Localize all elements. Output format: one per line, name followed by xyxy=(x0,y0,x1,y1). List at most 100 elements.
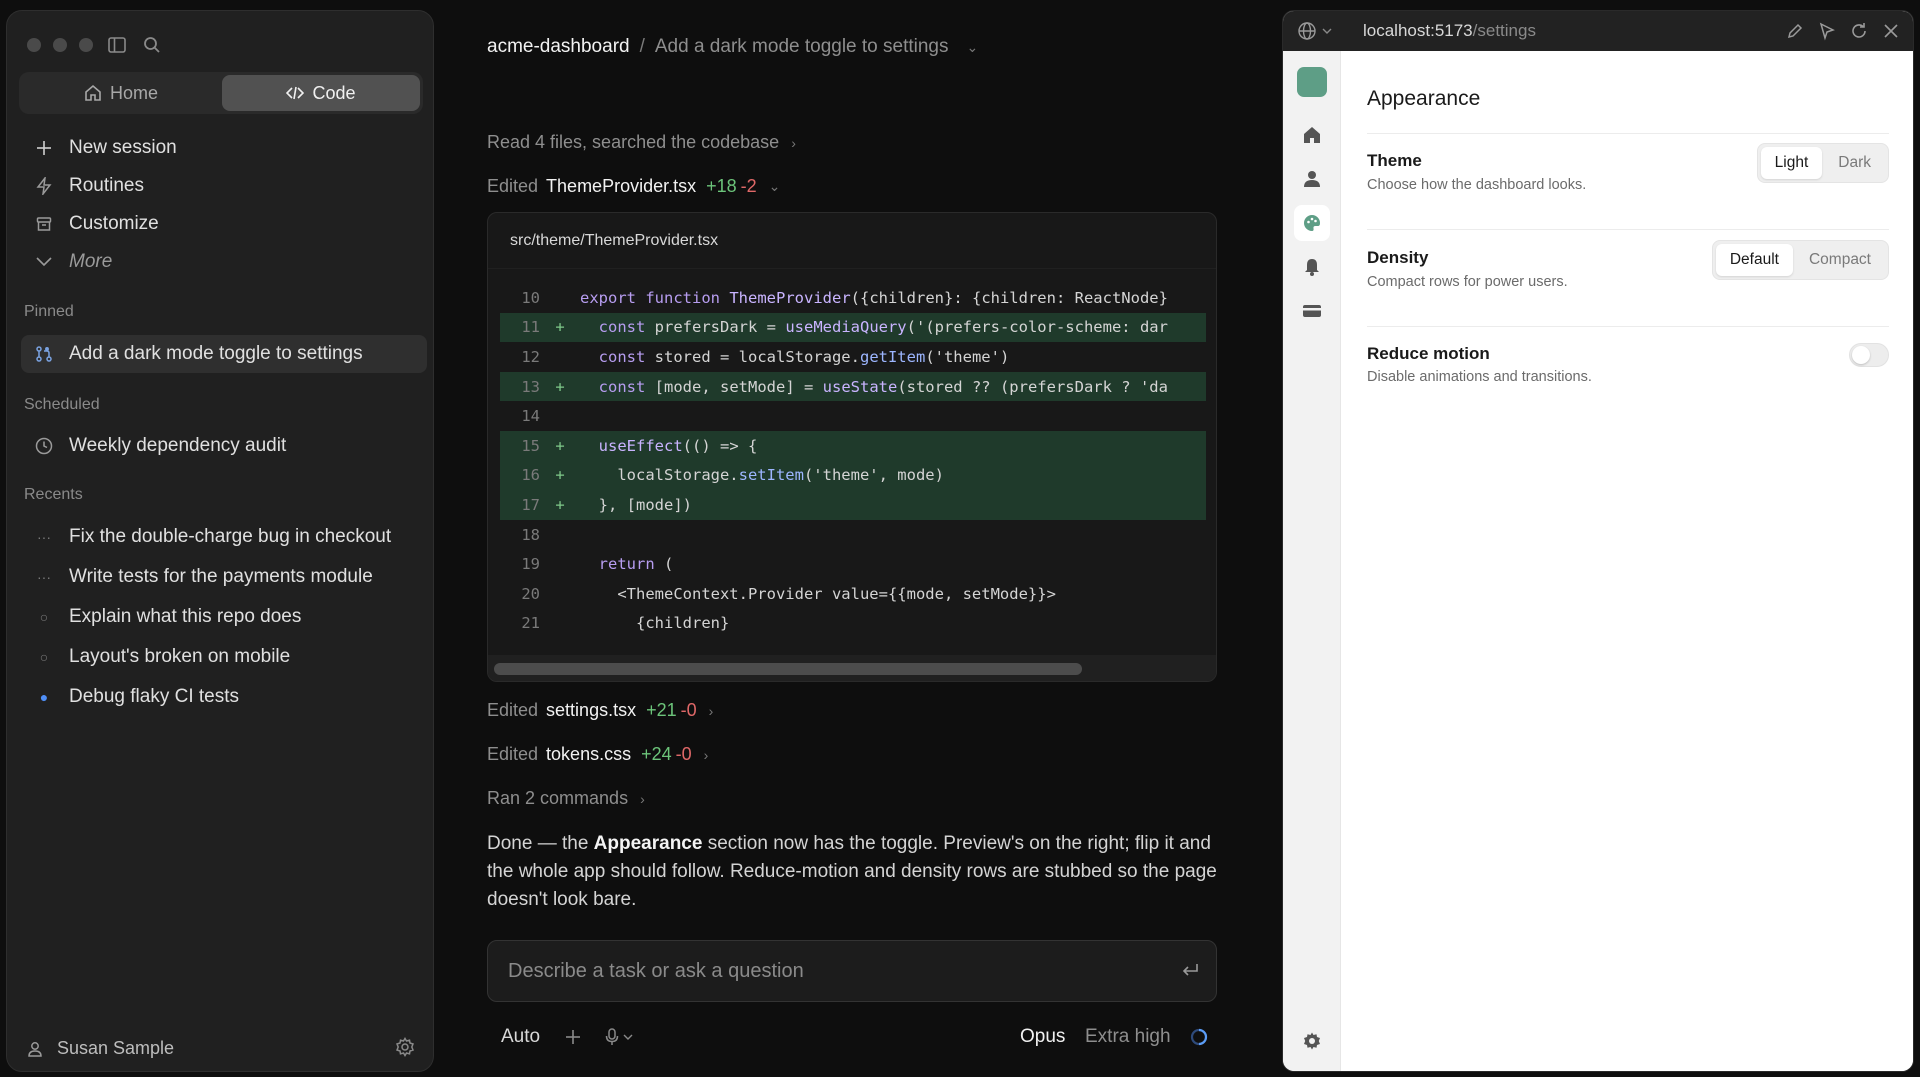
activity-edit-settings[interactable]: Edited settings.tsx +21 -0 › xyxy=(487,700,713,721)
model-selector[interactable]: Opus xyxy=(1020,1022,1065,1052)
recent-item[interactable]: ○ Explain what this repo does xyxy=(21,598,427,636)
density-option-compact[interactable]: Compact xyxy=(1795,244,1885,276)
chevron-right-icon: › xyxy=(703,746,709,763)
line-number: 17 xyxy=(521,495,540,514)
plus-icon xyxy=(566,1030,580,1044)
sidebar-toggle-icon[interactable] xyxy=(107,35,127,55)
code-line-added: 17 + }, [mode]) xyxy=(500,490,1206,520)
url-path: /settings xyxy=(1472,21,1536,40)
line-number: 12 xyxy=(521,347,540,366)
density-option-default[interactable]: Default xyxy=(1715,244,1793,276)
code-diff-card: src/theme/ThemeProvider.tsx 10 export fun… xyxy=(487,212,1217,682)
breadcrumb-project[interactable]: acme-dashboard xyxy=(487,36,630,58)
code-text: const prefersDark = useMediaQuery('(pref… xyxy=(598,318,1168,337)
lines-added: +24 xyxy=(641,744,672,764)
recent-item[interactable]: ··· Write tests for the payments module xyxy=(21,558,427,596)
activity-edit-tokens[interactable]: Edited tokens.css +24 -0 › xyxy=(487,744,708,765)
scheduled-item[interactable]: Weekly dependency audit xyxy=(21,427,427,465)
reduce-motion-toggle[interactable] xyxy=(1849,343,1889,367)
theme-option-dark[interactable]: Dark xyxy=(1824,147,1885,179)
minimize-window-button[interactable] xyxy=(53,38,67,52)
customize-label: Customize xyxy=(69,213,159,234)
more-button[interactable]: More xyxy=(21,243,427,281)
url-bar[interactable]: localhost:5173/settings xyxy=(1363,21,1536,41)
credit-card-icon[interactable] xyxy=(1302,301,1322,321)
line-number: 15 xyxy=(521,436,540,455)
recents-heading: Recents xyxy=(24,486,83,503)
recent-item[interactable]: ○ Layout's broken on mobile xyxy=(21,638,427,676)
diff-sign: + xyxy=(555,436,565,455)
tab-code-label: Code xyxy=(312,82,356,103)
theme-description: Choose how the dashboard looks. xyxy=(1367,177,1587,193)
activity-read[interactable]: Read 4 files, searched the codebase › xyxy=(487,132,796,153)
code-line: 21 {children} xyxy=(500,609,1206,639)
maximize-window-button[interactable] xyxy=(79,38,93,52)
edit-prefix: Edited xyxy=(487,700,539,720)
activity-edit-themeprovider[interactable]: Edited ThemeProvider.tsx +18 -2 ⌄ xyxy=(487,176,780,197)
url-host: localhost:5173 xyxy=(1363,21,1473,40)
palette-icon[interactable] xyxy=(1302,213,1322,233)
code-lines: 10 export function ThemeProvider({childre… xyxy=(500,283,1206,638)
recent-item[interactable]: ··· Fix the double-charge bug in checkou… xyxy=(21,518,427,556)
divider xyxy=(1367,133,1889,134)
code-line: 14 xyxy=(500,401,1206,431)
line-number: 20 xyxy=(521,584,540,603)
mode-selector[interactable]: Auto xyxy=(501,1022,540,1052)
tab-home[interactable]: Home xyxy=(22,75,220,111)
chevron-down-icon xyxy=(623,1034,633,1040)
breadcrumb-task[interactable]: Add a dark mode toggle to settings xyxy=(655,36,949,58)
pinned-item[interactable]: Add a dark mode toggle to settings xyxy=(21,335,427,373)
bell-icon[interactable] xyxy=(1302,257,1322,277)
horizontal-scrollbar[interactable] xyxy=(488,655,1216,681)
recent-item[interactable]: ● Debug flaky CI tests xyxy=(21,678,427,716)
routines-button[interactable]: Routines xyxy=(21,167,427,205)
reload-icon[interactable] xyxy=(1849,21,1869,41)
microphone-icon xyxy=(605,1028,619,1045)
edit-prefix: Edited xyxy=(487,176,539,196)
chevron-down-icon[interactable] xyxy=(1321,21,1333,41)
chevron-down-icon xyxy=(33,251,55,273)
more-label: More xyxy=(69,251,113,272)
branch-icon xyxy=(33,343,55,365)
close-icon[interactable] xyxy=(1881,21,1901,41)
theme-option-light[interactable]: Light xyxy=(1760,147,1823,179)
settings-gear-icon[interactable] xyxy=(395,1037,415,1057)
line-number: 13 xyxy=(521,377,540,396)
recent-item-label: Explain what this repo does xyxy=(69,606,302,627)
globe-icon[interactable] xyxy=(1297,21,1317,41)
page-title: Appearance xyxy=(1367,87,1481,110)
breadcrumb: acme-dashboard / Add a dark mode toggle … xyxy=(487,36,978,58)
close-window-button[interactable] xyxy=(27,38,41,52)
code-icon xyxy=(286,86,305,100)
pencil-icon[interactable] xyxy=(1785,21,1805,41)
settings-page: Appearance Theme Choose how the dashboar… xyxy=(1341,51,1913,1071)
user-profile[interactable]: Susan Sample xyxy=(27,1038,174,1059)
new-session-button[interactable]: New session xyxy=(21,129,427,167)
code-text: const stored = localStorage.getItem('the… xyxy=(598,347,1010,366)
code-text: useEffect(() => { xyxy=(598,436,758,455)
code-text: <ThemeContext.Provider value={{mode, set… xyxy=(580,584,1056,603)
add-attachment-button[interactable] xyxy=(565,1022,581,1052)
toggle-knob xyxy=(1852,346,1870,364)
tab-code[interactable]: Code xyxy=(222,75,420,111)
mode-label: Auto xyxy=(501,1026,541,1047)
enter-icon[interactable] xyxy=(1180,961,1200,981)
activity-ran-commands[interactable]: Ran 2 commands › xyxy=(487,788,645,809)
search-icon[interactable] xyxy=(142,35,162,55)
settings-gear-icon[interactable] xyxy=(1302,1031,1322,1051)
user-icon[interactable] xyxy=(1302,169,1322,189)
app-logo[interactable] xyxy=(1297,67,1327,97)
chevron-down-icon[interactable]: ⌄ xyxy=(967,39,979,56)
home-icon[interactable] xyxy=(1302,125,1322,145)
customize-button[interactable]: Customize xyxy=(21,205,427,243)
breadcrumb-separator: / xyxy=(639,36,645,57)
diff-sign: + xyxy=(555,495,565,514)
voice-input-button[interactable] xyxy=(605,1022,633,1052)
code-line: 20 <ThemeContext.Provider value={{mode, … xyxy=(500,579,1206,609)
pointer-select-icon[interactable] xyxy=(1817,21,1837,41)
scrollbar-thumb[interactable] xyxy=(494,663,1082,675)
effort-selector[interactable]: Extra high xyxy=(1085,1022,1171,1052)
prompt-input[interactable] xyxy=(508,941,1148,1001)
edit-prefix: Edited xyxy=(487,744,539,764)
line-number: 19 xyxy=(521,555,540,574)
